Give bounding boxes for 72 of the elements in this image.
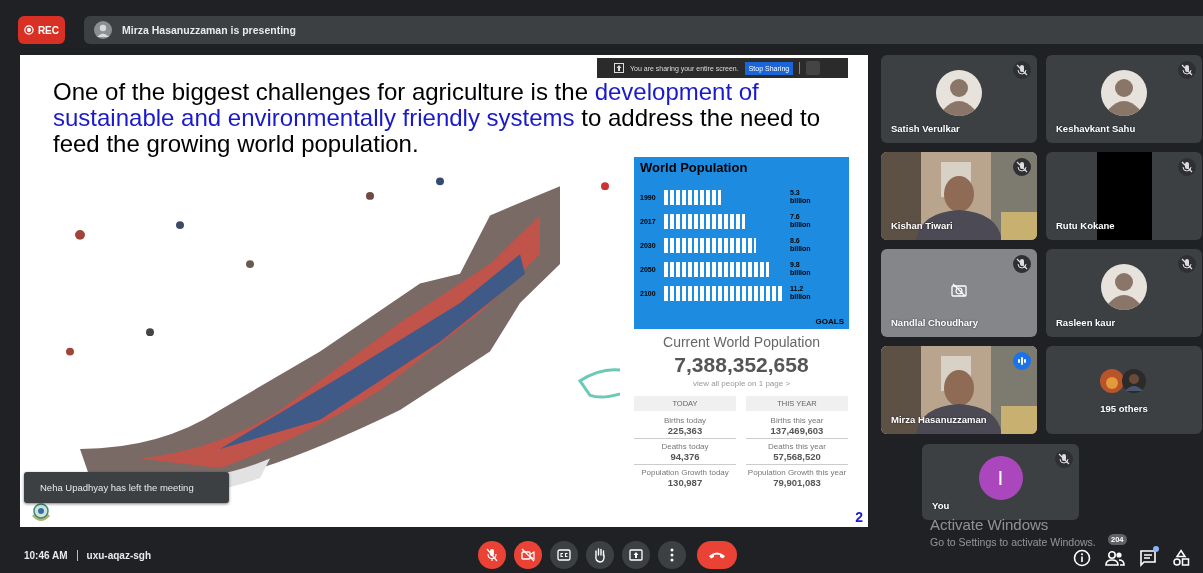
participant-name: Kishan Tiwari [891, 220, 953, 231]
avatar-icon [1101, 70, 1147, 116]
participant-name: Nandlal Choudhary [891, 317, 979, 328]
presenting-text: Mirza Hasanuzzaman is presenting [122, 24, 296, 36]
captions-button[interactable] [550, 541, 578, 569]
participant-name: You [932, 500, 950, 511]
stat-value: 225,363 [666, 425, 704, 436]
more-options-icon [670, 548, 674, 562]
page-number: 2 [855, 509, 863, 525]
hand-icon [593, 547, 607, 563]
participant-tile[interactable]: Nandlal Choudhary [881, 249, 1037, 337]
end-call-button[interactable] [697, 541, 737, 569]
avatar-icon [1122, 369, 1146, 393]
share-screen-icon [614, 63, 624, 73]
self-avatar: I [978, 456, 1023, 500]
microphone-off-icon [485, 548, 499, 562]
people-bar [664, 189, 721, 205]
participant-name: Rutu Kokane [1056, 220, 1115, 231]
participant-tile[interactable]: 195 others [1046, 346, 1202, 434]
chat-icon [1139, 549, 1157, 567]
record-icon [24, 24, 34, 36]
microphone-button[interactable] [478, 541, 506, 569]
participant-tile[interactable]: Keshavkant Sahu [1046, 55, 1202, 143]
raise-hand-button[interactable] [586, 541, 614, 569]
captions-icon [557, 549, 571, 561]
notification-toast: Neha Upadhyay has left the meeting [24, 472, 229, 503]
stat-label: Births today [662, 416, 708, 425]
avatar-icon [94, 21, 112, 39]
stat-value: 94,376 [669, 451, 701, 462]
participant-name: 195 others [1099, 403, 1149, 414]
infographic-title: World Population [640, 160, 749, 175]
record-button[interactable]: REC [18, 16, 65, 44]
present-button[interactable] [622, 541, 650, 569]
camera-off-icon [951, 283, 967, 297]
more-options-button[interactable] [658, 541, 686, 569]
avatar-icon [1101, 264, 1147, 310]
population-counter: 7,388,352,658 [673, 353, 810, 377]
shapes-icon [1172, 549, 1190, 567]
stat-label: Deaths today [660, 442, 710, 451]
participant-tile[interactable]: Rasleen kaur [1046, 249, 1202, 337]
goals-logo: GOALS [815, 317, 844, 326]
participant-name: Rasleen kaur [1056, 317, 1116, 328]
stat-label: Population Growth this year [746, 468, 848, 477]
participant-name: Mirza Hasanuzzaman [891, 414, 987, 425]
avatar-icon [1100, 369, 1124, 393]
counter-title: Current World Population [662, 334, 821, 350]
stat-value: 137,469,603 [769, 425, 825, 436]
stat-value: 130,987 [666, 477, 704, 488]
stat-value: 57,568,520 [772, 451, 822, 462]
participant-name: Keshavkant Sahu [1056, 123, 1136, 134]
stat-value: 79,901,083 [772, 477, 822, 488]
camera-off-icon [521, 548, 535, 562]
phone-icon [708, 551, 726, 559]
slide-heading: One of the biggest challenges for agriculture is the development of sustainable and environmentally friendly systems to address the need to feed the growing world population. [52, 79, 822, 157]
meeting-code: uxu-aqaz-sgh [86, 549, 151, 561]
people-icon [1105, 550, 1125, 566]
participant-tile[interactable]: Kishan Tiwari [881, 152, 1037, 240]
camera-button[interactable] [514, 541, 542, 569]
self-tile[interactable]: I You [922, 444, 1079, 520]
participant-tile[interactable]: Mirza Hasanuzzaman [881, 346, 1037, 434]
stat-label: Deaths this year [767, 442, 827, 451]
participant-name: Satish Verulkar [891, 123, 960, 134]
emblem-icon [30, 502, 52, 524]
present-screen-icon [629, 549, 643, 561]
stat-label: Population Growth today [640, 468, 730, 477]
meeting-time: 10:46 AM [24, 549, 68, 561]
participant-tile[interactable]: Satish Verulkar [881, 55, 1037, 143]
info-icon [1073, 549, 1091, 567]
avatar-icon [936, 70, 982, 116]
stat-label: Births this year [769, 416, 825, 425]
participant-tile[interactable]: Rutu Kokane [1046, 152, 1202, 240]
activation-message: Go to Settings to activate Windows. [930, 536, 1096, 548]
